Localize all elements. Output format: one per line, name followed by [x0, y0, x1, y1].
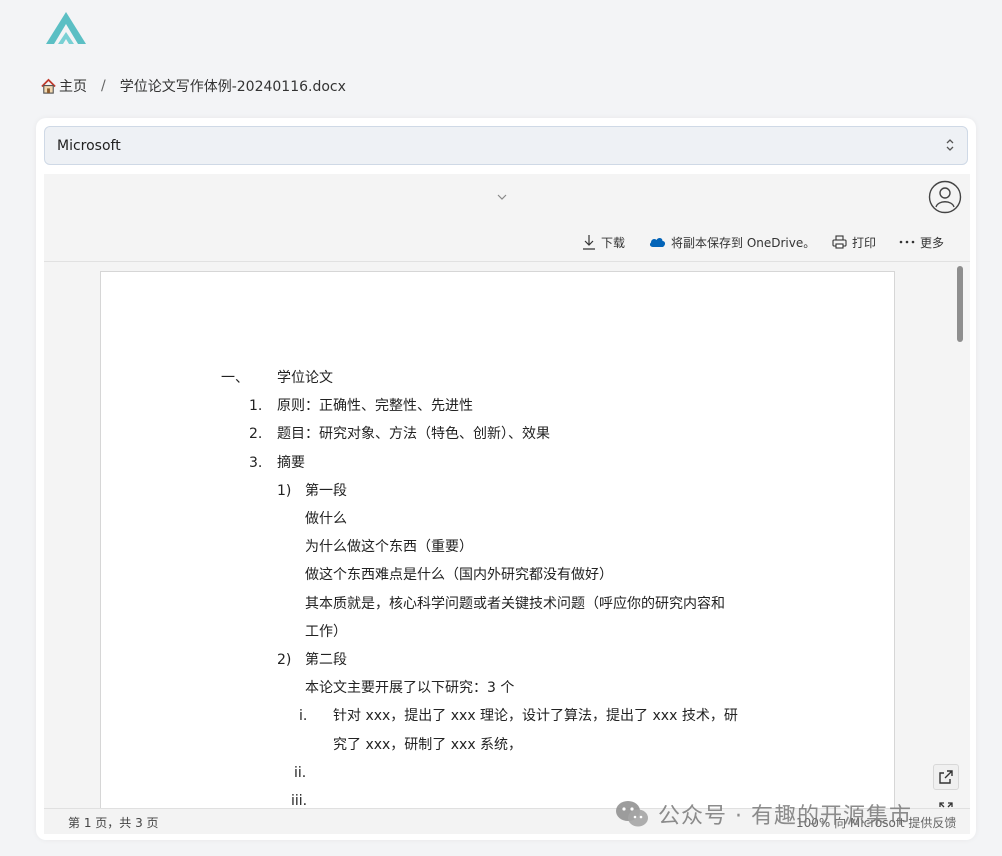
breadcrumb: 主页 / 学位论文写作体例-20240116.docx — [40, 76, 346, 96]
list-marker: 2. — [249, 426, 263, 442]
breadcrumb-home-label[interactable]: 主页 — [59, 76, 87, 96]
printer-icon — [832, 235, 847, 249]
list-marker: 2) — [277, 652, 292, 668]
onedrive-icon — [649, 238, 666, 247]
list-marker: i. — [299, 708, 308, 724]
download-button[interactable]: 下载 — [582, 232, 625, 252]
list-item-text: 题目：研究对象、方法（特色、创新）、效果 — [277, 426, 550, 442]
save-to-onedrive-button[interactable]: 将副本保存到 OneDrive。 — [649, 232, 815, 252]
page-counter: 第 1 页，共 3 页 — [68, 816, 159, 830]
breadcrumb-file: 学位论文写作体例-20240116.docx — [119, 79, 346, 95]
paragraph-line: 做什么 — [305, 511, 347, 527]
ellipsis-icon — [899, 240, 915, 244]
document-page[interactable]: 一、 学位论文 1. 原则：正确性、完整性、先进性 2. 题目：研究对象、方法（… — [100, 271, 895, 831]
paragraph-line: 究了 xxx，研制了 xxx 系统， — [333, 737, 523, 753]
wechat-icon — [616, 801, 648, 827]
paragraph-line: 为什么做这个东西（重要） — [305, 539, 473, 555]
breadcrumb-separator: / — [101, 78, 106, 94]
select-updown-icon — [946, 139, 954, 151]
heading-text: 学位论文 — [277, 370, 333, 386]
watermark-text: 公众号 · 有趣的开源集市 — [658, 804, 912, 829]
office-viewer: 下载 将副本保存到 OneDrive。 打印 更多 一、 学位论文 1. 原则：… — [44, 174, 970, 834]
print-label: 打印 — [852, 235, 877, 250]
home-icon — [41, 78, 56, 94]
list-item-text: 第二段 — [305, 652, 347, 668]
logo-icon[interactable] — [44, 10, 88, 46]
chevron-down-icon[interactable] — [496, 192, 508, 202]
save-to-onedrive-label: 将副本保存到 OneDrive。 — [671, 235, 816, 250]
paragraph-line: 其本质就是，核心科学问题或者关键技术问题（呼应你的研究内容和 — [305, 596, 725, 612]
list-item-text: 摘要 — [277, 455, 305, 471]
external-link-icon — [939, 770, 953, 784]
list-marker: 1. — [249, 398, 263, 414]
more-label: 更多 — [920, 235, 945, 250]
download-icon — [583, 235, 595, 250]
list-marker: 3. — [249, 455, 263, 471]
paragraph-line: 工作） — [305, 624, 347, 640]
list-marker: 一、 — [221, 370, 249, 386]
viewer-select-value: Microsoft — [57, 137, 121, 154]
watermark: 公众号 · 有趣的开源集市 — [614, 798, 912, 830]
more-button[interactable]: 更多 — [899, 232, 944, 252]
breadcrumb-home[interactable]: 主页 — [40, 76, 87, 96]
document-area[interactable]: 一、 学位论文 1. 原则：正确性、完整性、先进性 2. 题目：研究对象、方法（… — [44, 263, 970, 831]
vertical-scrollbar[interactable] — [957, 266, 963, 342]
list-item-text: 原则：正确性、完整性、先进性 — [277, 398, 473, 414]
viewer-select[interactable]: Microsoft — [44, 126, 968, 165]
list-item-text: 针对 xxx，提出了 xxx 理论，设计了算法，提出了 xxx 技术，研 — [333, 708, 738, 724]
list-marker: ii. — [294, 765, 307, 781]
open-external-button[interactable] — [933, 764, 959, 790]
preview-card: Microsoft 下载 将副本保存到 OneDrive。 打印 更多 一、 学… — [36, 118, 976, 840]
list-item-text: 第一段 — [305, 483, 347, 499]
paragraph-line: 本论文主要开展了以下研究：3 个 — [305, 680, 515, 696]
download-label: 下载 — [601, 235, 626, 250]
profile-icon[interactable] — [928, 180, 962, 214]
paragraph-line: 做这个东西难点是什么（国内外研究都没有做好） — [305, 567, 613, 583]
list-marker: 1) — [277, 483, 292, 499]
print-button[interactable]: 打印 — [832, 232, 876, 252]
viewer-toolbar: 下载 将副本保存到 OneDrive。 打印 更多 — [44, 174, 970, 262]
